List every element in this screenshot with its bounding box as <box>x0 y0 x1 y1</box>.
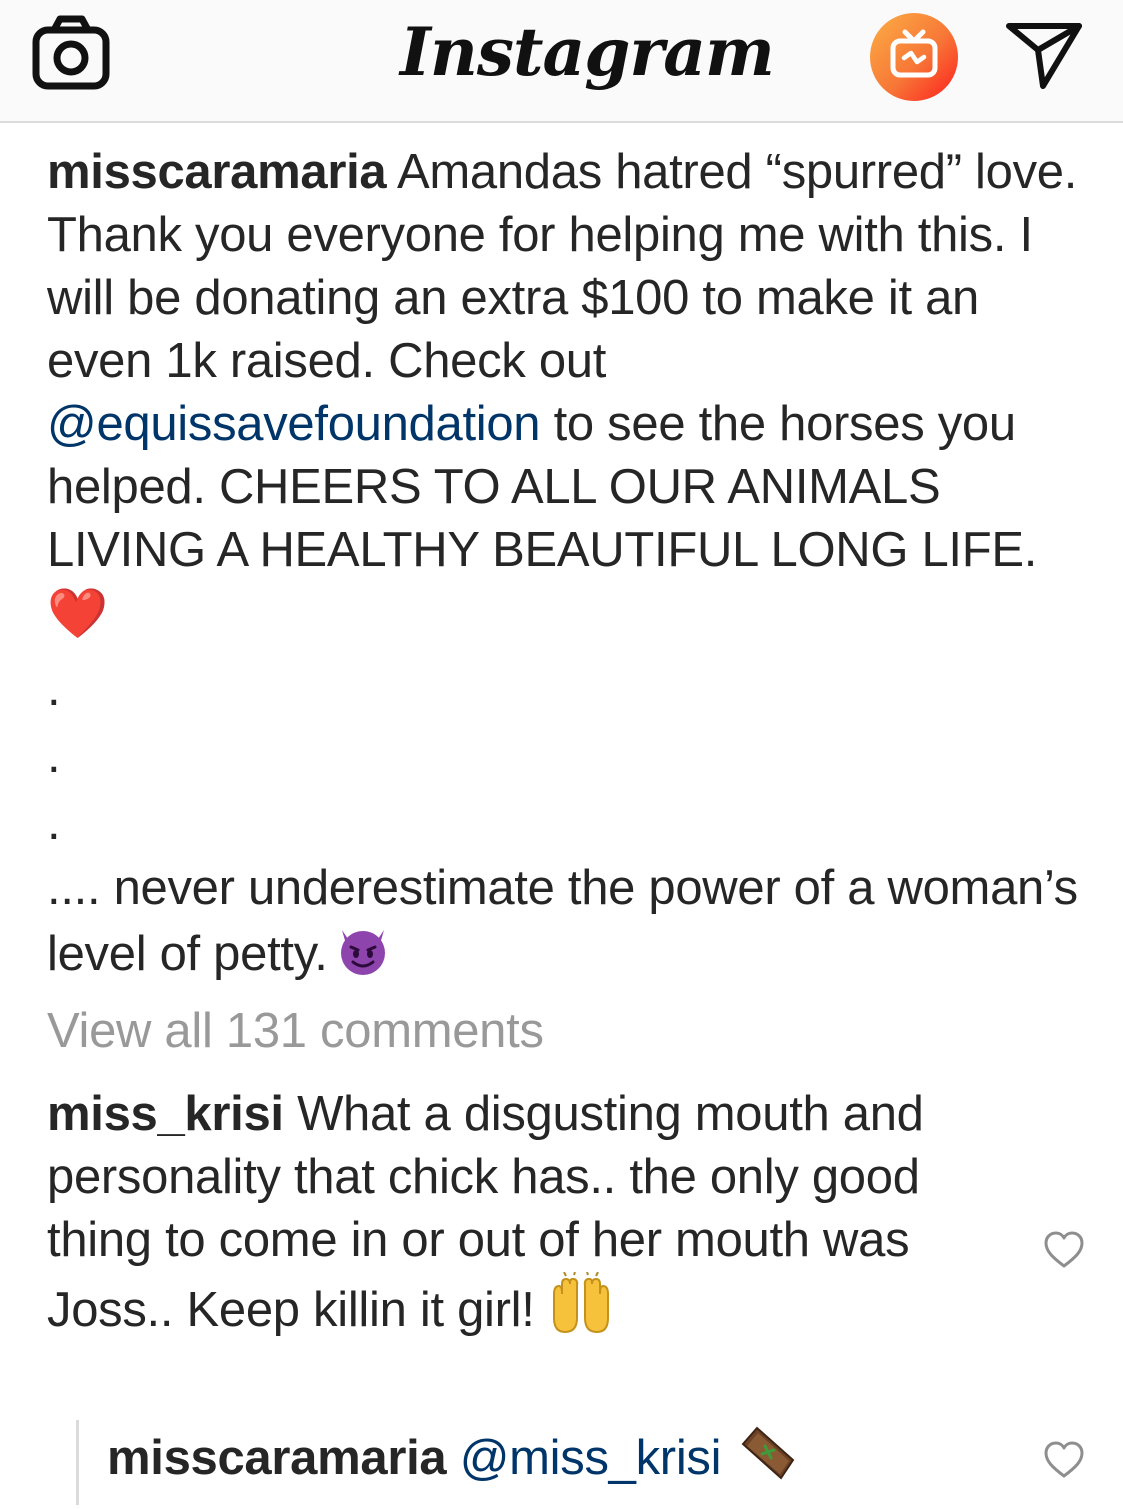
comment-reply: misscaramaria @miss_krisi <box>76 1420 1036 1505</box>
caption-username[interactable]: misscaramaria <box>47 145 387 199</box>
top-nav-bar: Instagram <box>0 0 1123 123</box>
instagram-logo: Instagram <box>400 13 775 91</box>
reply-username[interactable]: misscaramaria <box>107 1431 447 1485</box>
red-heart-emoji: ❤️ <box>47 585 108 642</box>
instagram-post-screen: Instagram misscaramaria Amandas hatred “… <box>0 0 1123 1509</box>
post-caption-area: misscaramaria Amandas hatred “spurred” l… <box>47 141 1097 1342</box>
caption-dot-separators: . . . <box>47 656 1097 857</box>
camera-icon <box>32 15 110 90</box>
raising-hands-emoji <box>552 1272 609 1334</box>
caption-tail: .... never underestimate the power of a … <box>47 857 1097 986</box>
caption-tail-text: .... never underestimate the power of a … <box>47 861 1078 981</box>
reply-like-button[interactable] <box>1042 1440 1086 1480</box>
igtv-button[interactable] <box>868 12 960 102</box>
caption-dot: . <box>47 662 61 716</box>
caption-dot: . <box>47 796 61 850</box>
comment-username[interactable]: miss_krisi <box>47 1087 284 1141</box>
reply-mention-link[interactable]: @miss_krisi <box>460 1431 722 1485</box>
caption-mention-link[interactable]: @equissavefoundation <box>47 397 541 451</box>
comment-like-button[interactable] <box>1042 1230 1086 1270</box>
camera-button[interactable] <box>32 14 110 90</box>
view-all-comments-link[interactable]: View all 131 comments <box>47 1000 1097 1063</box>
post-caption: misscaramaria Amandas hatred “spurred” l… <box>47 141 1097 646</box>
comment-item: miss_krisi What a disgusting mouth and p… <box>47 1083 977 1342</box>
heart-outline-icon <box>1044 1231 1084 1268</box>
smiling-devil-emoji <box>340 930 385 975</box>
direct-message-icon <box>1006 23 1082 89</box>
heart-outline-icon <box>1044 1441 1084 1478</box>
igtv-icon <box>870 13 958 101</box>
direct-message-button[interactable] <box>1005 20 1083 90</box>
coffin-emoji <box>741 1426 794 1480</box>
caption-dot: . <box>47 729 61 783</box>
